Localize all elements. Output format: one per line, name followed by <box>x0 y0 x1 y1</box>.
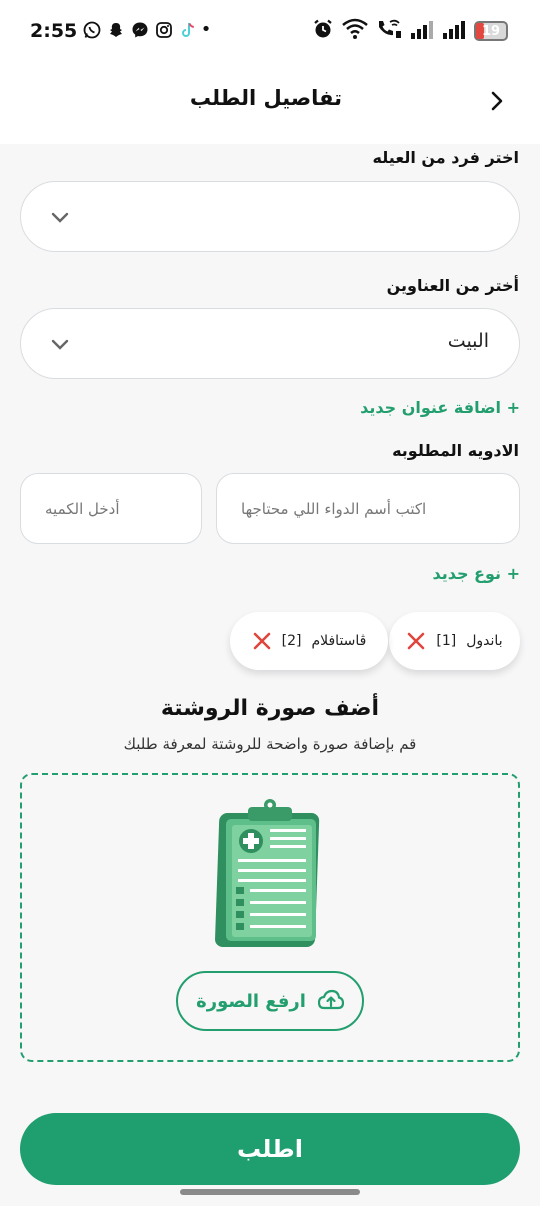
dot-icon: • <box>200 19 212 40</box>
wifi-icon <box>342 18 368 44</box>
medicine-chip-name: ڤاستافلام <box>311 633 367 649</box>
medicine-qty-input[interactable]: أدخل الكميه <box>20 473 202 544</box>
medicine-qty-placeholder: أدخل الكميه <box>45 499 120 518</box>
battery-level: 19 <box>481 23 501 39</box>
medicine-name-placeholder: اكتب أسم الدواء اللي محتاجها <box>241 499 427 518</box>
status-time: 2:55 <box>30 20 78 42</box>
home-indicator[interactable] <box>180 1189 360 1195</box>
back-arrow-icon[interactable] <box>486 90 508 112</box>
add-address-link[interactable]: + اضافة عنوان جديد <box>360 398 520 417</box>
chevron-down-icon <box>51 339 69 350</box>
wifi-call-icon <box>376 18 402 44</box>
battery-icon: 19 <box>474 21 508 41</box>
snapchat-icon <box>106 20 125 39</box>
medicine-chip-qty: [2] <box>281 633 302 649</box>
signal-icon <box>410 18 434 44</box>
medicines-label: الادويه المطلوبه <box>392 441 519 460</box>
address-select[interactable]: البيت <box>20 308 520 379</box>
address-value: البيت <box>447 330 489 352</box>
close-icon[interactable] <box>252 631 272 651</box>
tiktok-icon <box>178 20 197 39</box>
whatsapp-icon <box>82 20 101 39</box>
upload-image-label: ارفع الصورة <box>196 990 306 1012</box>
notification-icons: • <box>82 19 212 40</box>
medicine-chip: [2] ڤاستافلام <box>230 612 388 670</box>
address-label: أختر من العناوين <box>386 276 519 295</box>
clipboard-icon <box>215 799 320 947</box>
chevron-down-icon <box>51 212 69 223</box>
prescription-subtitle: قم بإضافة صورة واضحة للروشتة لمعرفة طلبك <box>123 735 417 753</box>
page-title: تفاصيل الطلب <box>189 86 342 110</box>
family-label: اختر فرد من العيله <box>372 148 519 167</box>
alarm-icon <box>312 18 334 44</box>
family-select[interactable] <box>20 181 520 252</box>
prescription-title: أضف صورة الروشتة <box>160 696 380 721</box>
medicine-name-input[interactable]: اكتب أسم الدواء اللي محتاجها <box>216 473 520 544</box>
medicine-chip-qty: [1] <box>436 633 457 649</box>
messenger-icon <box>130 20 149 39</box>
signal-icon <box>442 18 466 44</box>
add-medicine-link[interactable]: + نوع جديد <box>432 564 520 583</box>
medicine-chip-name: باندول <box>466 633 503 649</box>
close-icon[interactable] <box>406 631 426 651</box>
medicine-chip: [1] باندول <box>389 612 520 670</box>
upload-icon <box>317 989 344 1010</box>
submit-order-button[interactable]: اطلب <box>20 1113 520 1185</box>
upload-image-button[interactable]: ارفع الصورة <box>176 971 364 1031</box>
system-icons: 19 <box>312 18 508 44</box>
instagram-icon <box>154 20 173 39</box>
